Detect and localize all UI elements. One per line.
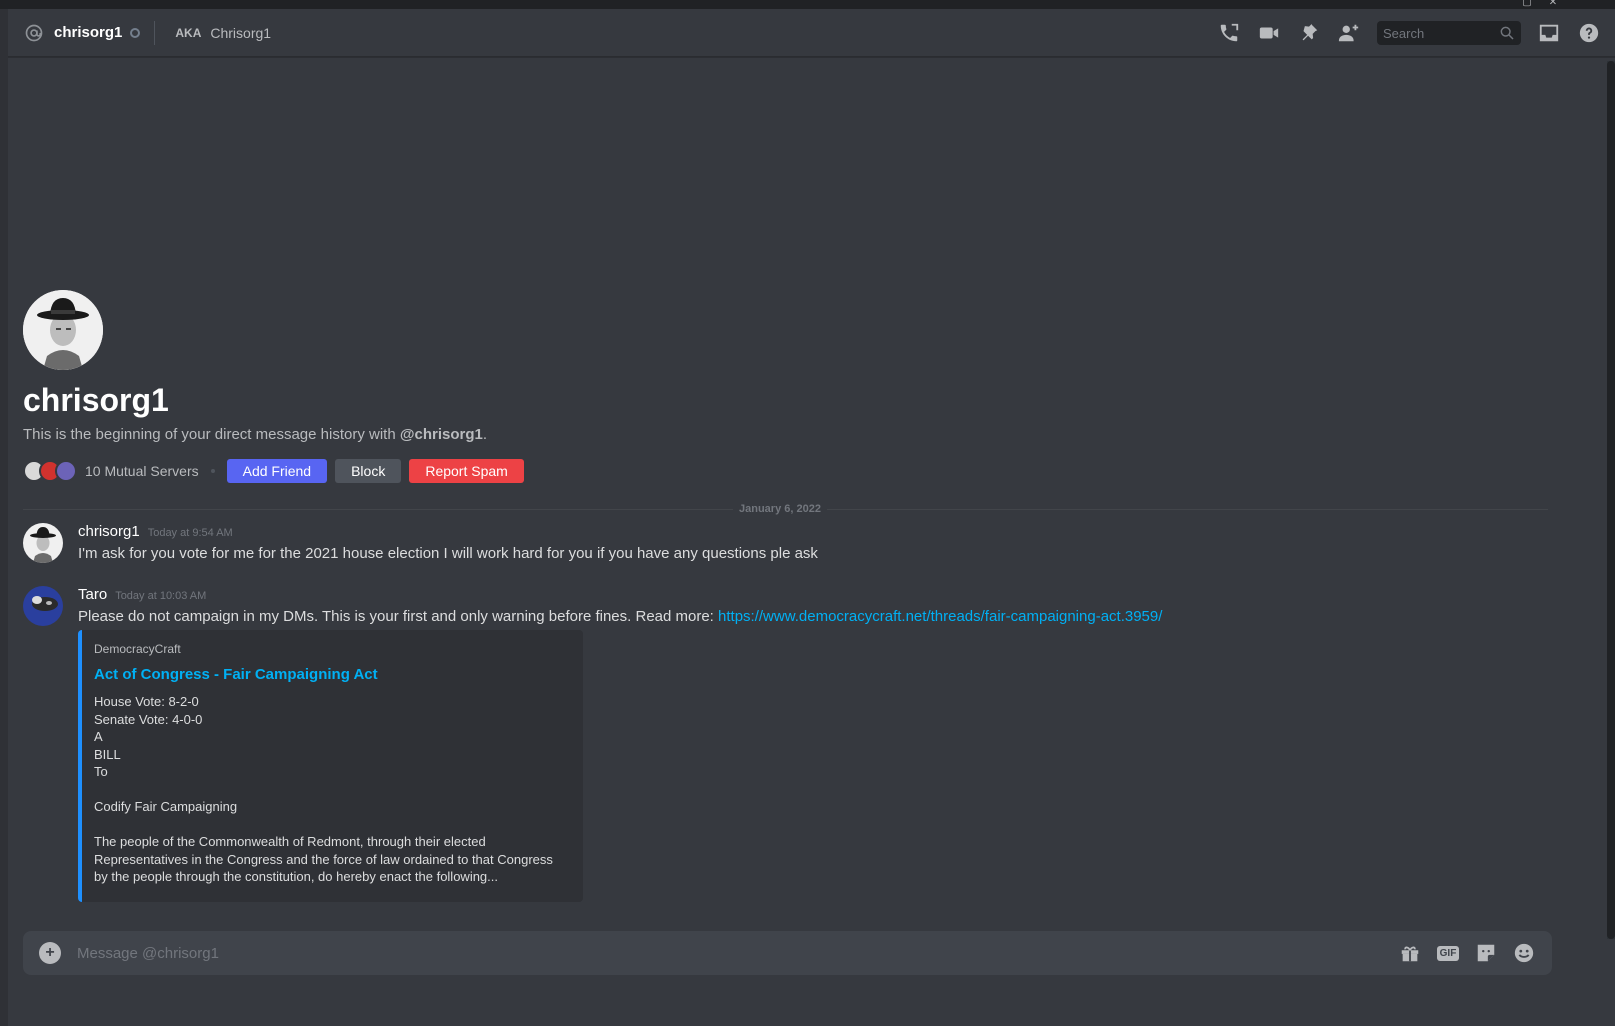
upload-plus-icon[interactable]: +: [39, 942, 61, 964]
intro-description: This is the beginning of your direct mes…: [23, 426, 1543, 443]
message-timestamp: Today at 10:03 AM: [115, 590, 207, 602]
inbox-icon[interactable]: [1537, 21, 1561, 45]
phone-call-icon[interactable]: [1217, 21, 1241, 45]
mutual-server-icons[interactable]: [23, 460, 77, 482]
intro-actions: 10 Mutual Servers Add Friend Block Repor…: [23, 459, 1543, 483]
message-header: chrisorg1 Today at 9:54 AM: [78, 523, 1538, 540]
page-title: chrisorg1: [23, 382, 169, 418]
emoji-icon[interactable]: [1512, 941, 1536, 965]
dm-channel: chrisorg1 AKA Chrisorg1 Search chrisorg1…: [0, 9, 1615, 1026]
at-icon: [24, 23, 44, 43]
dm-intro: chrisorg1 This is the beginning of your …: [23, 290, 1543, 483]
add-member-icon[interactable]: [1337, 21, 1361, 45]
aka-badge: AKA: [175, 25, 202, 40]
message-input[interactable]: [77, 944, 1384, 962]
gif-label: GIF: [1436, 945, 1460, 961]
header-username[interactable]: chrisorg1: [54, 24, 122, 41]
embed-provider[interactable]: DemocracyCraft: [94, 642, 567, 656]
mutual-servers-link[interactable]: 10 Mutual Servers: [85, 463, 199, 479]
header-toolbar: [1201, 9, 1601, 57]
video-call-icon[interactable]: [1257, 21, 1281, 45]
message-body: chrisorg1 Today at 9:54 AM I'm ask for y…: [78, 523, 1538, 565]
header-divider: [154, 20, 156, 45]
embed-description: House Vote: 8-2-0 Senate Vote: 4-0-0 A B…: [94, 694, 553, 884]
sticker-icon[interactable]: [1474, 941, 1498, 965]
avatar[interactable]: [23, 586, 63, 626]
gift-icon[interactable]: [1398, 941, 1422, 965]
search-input[interactable]: [1383, 25, 1499, 41]
message-composer: + GIF: [23, 931, 1552, 975]
avatar[interactable]: [23, 290, 103, 370]
link-embed: DemocracyCraft Act of Congress - Fair Ca…: [78, 630, 583, 902]
date-divider-label: January 6, 2022: [733, 502, 827, 516]
message-header: Taro Today at 10:03 AM: [78, 586, 1538, 603]
add-friend-button[interactable]: Add Friend: [226, 459, 328, 483]
search-icon: [1499, 25, 1515, 41]
search-box[interactable]: [1377, 21, 1521, 45]
server-icon: [55, 460, 77, 482]
message-timestamp: Today at 9:54 AM: [147, 527, 233, 539]
composer-tools: GIF: [1384, 941, 1536, 965]
dot-separator: [210, 469, 215, 473]
block-button[interactable]: Block: [335, 459, 402, 483]
close-icon[interactable]: ✕: [1547, 0, 1559, 9]
gif-icon[interactable]: GIF: [1436, 941, 1460, 965]
channel-header: chrisorg1 AKA Chrisorg1: [8, 9, 1615, 57]
date-divider: January 6, 2022: [23, 502, 1548, 516]
message-text: I'm ask for you vote for me for the 2021…: [78, 545, 818, 562]
intro-desc-prefix: This is the beginning of your direct mes…: [23, 426, 400, 443]
message-author[interactable]: chrisorg1: [78, 523, 140, 540]
message-item: chrisorg1 Today at 9:54 AM I'm ask for y…: [23, 523, 1548, 573]
help-icon[interactable]: [1577, 21, 1601, 45]
message-scrollbar[interactable]: [1607, 61, 1615, 939]
message-author[interactable]: Taro: [78, 586, 107, 603]
message-body: Taro Today at 10:03 AM Please do not cam…: [78, 586, 1538, 902]
avatar[interactable]: [23, 523, 63, 563]
message-link[interactable]: https://www.democracycraft.net/threads/f…: [718, 608, 1162, 625]
intro-mention[interactable]: @chrisorg1: [400, 426, 483, 443]
intro-desc-suffix: .: [482, 426, 488, 443]
maximize-icon[interactable]: ▢: [1521, 0, 1533, 9]
message-item: Taro Today at 10:03 AM Please do not cam…: [23, 586, 1548, 916]
status-offline-icon: [130, 27, 141, 38]
embed-title[interactable]: Act of Congress - Fair Campaigning Act: [94, 666, 567, 683]
window-titlebar: ▢ ✕: [0, 0, 1615, 9]
message-text: Please do not campaign in my DMs. This i…: [78, 606, 1538, 628]
pin-icon[interactable]: [1297, 21, 1321, 45]
aka-name: Chrisorg1: [210, 24, 272, 41]
scrollbar-thumb[interactable]: [1607, 61, 1615, 939]
report-spam-button[interactable]: Report Spam: [409, 459, 524, 483]
message-text-content: Please do not campaign in my DMs. This i…: [78, 608, 719, 625]
